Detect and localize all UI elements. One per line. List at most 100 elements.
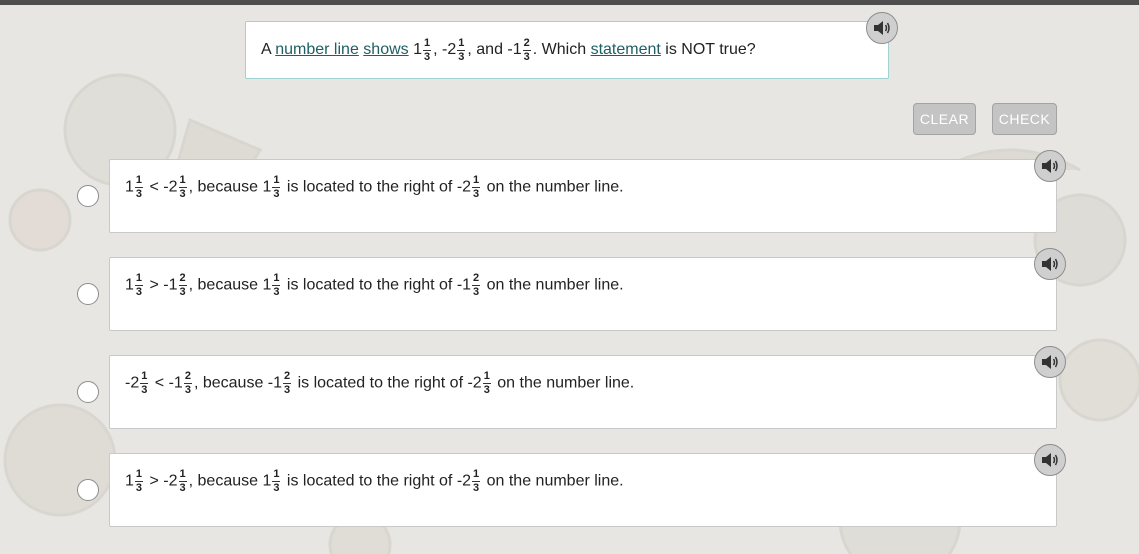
question-prompt: A number line shows 113, -2 1 3, and -1 2 3.… xyxy=(245,21,889,79)
fraction: 13 xyxy=(482,371,491,396)
located-text: is located to the right of xyxy=(282,178,457,196)
check-button[interactable]: CHECK xyxy=(992,103,1057,135)
number-whole: 1 xyxy=(262,472,272,490)
fraction-denominator: 3 xyxy=(135,482,143,494)
fraction-numerator: 1 xyxy=(178,174,187,188)
speaker-icon xyxy=(1042,453,1058,467)
fraction-denominator: 3 xyxy=(473,286,480,298)
fraction-denominator: 3 xyxy=(141,384,148,396)
fraction-numerator: 2 xyxy=(283,370,292,384)
speaker-icon xyxy=(1042,159,1058,173)
answer-option-3[interactable]: -2 1 3 < -1 2 3, because -1 2 3 is located to … xyxy=(109,355,1057,429)
fraction-numerator: 1 xyxy=(472,468,481,482)
answer-option-4[interactable]: 113 > -2 1 3, because 113 is located to th… xyxy=(109,453,1057,527)
fraction-denominator: 3 xyxy=(273,482,280,494)
number-whole: -1 xyxy=(267,374,283,392)
fraction: 23 xyxy=(183,370,192,396)
fraction-denominator: 3 xyxy=(473,188,480,200)
fraction: 13 xyxy=(140,370,149,396)
answer-option-2[interactable]: 113 > -1 2 3, because 113 is located to th… xyxy=(109,257,1057,331)
fraction-numerator: 1 xyxy=(140,370,149,384)
comparison-operator: < xyxy=(150,374,169,392)
because-text: , because xyxy=(188,178,263,196)
speaker-icon xyxy=(1042,257,1058,271)
number-whole: 1 xyxy=(125,276,134,294)
fraction: 13 xyxy=(134,272,144,298)
glossary-link-shows[interactable]: shows xyxy=(363,41,408,59)
glossary-link-number-line[interactable]: number line xyxy=(275,41,359,59)
number-whole: 1 xyxy=(125,472,134,490)
number-whole: -2 xyxy=(125,374,140,392)
fraction-numerator: 1 xyxy=(134,468,144,482)
speaker-icon xyxy=(874,21,890,35)
fraction-numerator: 1 xyxy=(134,272,144,286)
comparison-operator: > xyxy=(145,472,164,490)
fraction-numerator: 1 xyxy=(457,36,466,51)
number-whole: -1 xyxy=(507,41,522,58)
fraction-numerator: 1 xyxy=(134,174,144,188)
fraction-denominator: 3 xyxy=(179,482,186,494)
fraction-denominator: 3 xyxy=(273,286,280,298)
fraction: 23 xyxy=(522,36,531,63)
fraction: 13 xyxy=(178,174,187,200)
answer-audio-button-3[interactable] xyxy=(1034,346,1066,378)
located-text: is located to the right of xyxy=(282,276,457,294)
answer-radio-3[interactable] xyxy=(77,381,99,403)
fraction-numerator: 2 xyxy=(183,370,192,384)
fraction-denominator: 3 xyxy=(483,384,490,396)
fraction-denominator: 3 xyxy=(424,50,431,63)
fraction-numerator: 1 xyxy=(272,468,281,482)
fraction-denominator: 3 xyxy=(135,286,143,298)
end-text: on the number line. xyxy=(482,178,624,196)
fraction: 13 xyxy=(272,272,281,298)
fraction: 13 xyxy=(272,174,281,200)
number-whole: -1 xyxy=(456,276,472,294)
answer-radio-4[interactable] xyxy=(77,479,99,501)
comparison-operator: < xyxy=(145,178,164,196)
number-whole: -1 xyxy=(163,276,178,294)
number-whole: -2 xyxy=(467,374,482,392)
fraction-numerator: 2 xyxy=(522,36,531,51)
fraction-denominator: 3 xyxy=(135,188,143,200)
number-whole: -2 xyxy=(163,178,178,196)
fraction-denominator: 3 xyxy=(523,50,530,63)
answer-audio-button-2[interactable] xyxy=(1034,248,1066,280)
fraction: 13 xyxy=(272,468,281,494)
fraction-numerator: 1 xyxy=(272,272,281,286)
fraction-numerator: 2 xyxy=(472,272,481,286)
because-text: , because xyxy=(193,374,268,392)
fraction-denominator: 3 xyxy=(184,384,191,396)
question-mid-text: . Which xyxy=(532,41,591,58)
question-audio-button[interactable] xyxy=(866,12,898,44)
answer-radio-2[interactable] xyxy=(77,283,99,305)
question-and-text: , and xyxy=(467,41,508,58)
number-whole: -2 xyxy=(442,41,457,58)
answer-audio-button-1[interactable] xyxy=(1034,150,1066,182)
clear-button[interactable]: CLEAR xyxy=(913,103,976,135)
fraction: 13 xyxy=(423,37,432,63)
fraction-denominator: 3 xyxy=(179,188,186,200)
answer-audio-button-4[interactable] xyxy=(1034,444,1066,476)
question-suffix: is NOT true? xyxy=(660,41,756,58)
number-whole: -2 xyxy=(456,178,472,196)
question-prefix: A xyxy=(261,41,276,58)
because-text: , because xyxy=(188,276,263,294)
answer-radio-1[interactable] xyxy=(77,185,99,207)
number-whole: -2 xyxy=(456,472,472,490)
located-text: is located to the right of xyxy=(293,374,468,392)
number-whole: 1 xyxy=(262,276,272,294)
fraction-numerator: 1 xyxy=(178,468,187,482)
answer-option-1[interactable]: 113 < -2 1 3, because 113 is located to th… xyxy=(109,159,1057,233)
number-whole: -2 xyxy=(163,472,178,490)
number-whole: 1 xyxy=(125,178,134,196)
glossary-link-statement[interactable]: statement xyxy=(591,41,661,59)
fraction: 13 xyxy=(134,468,144,494)
fraction: 23 xyxy=(472,272,481,298)
fraction: 13 xyxy=(457,36,466,63)
end-text: on the number line. xyxy=(482,472,624,490)
fraction-numerator: 1 xyxy=(272,174,281,188)
fraction: 13 xyxy=(472,175,481,200)
end-text: on the number line. xyxy=(482,276,624,294)
fraction: 13 xyxy=(472,468,481,494)
fraction-denominator: 3 xyxy=(284,384,291,396)
